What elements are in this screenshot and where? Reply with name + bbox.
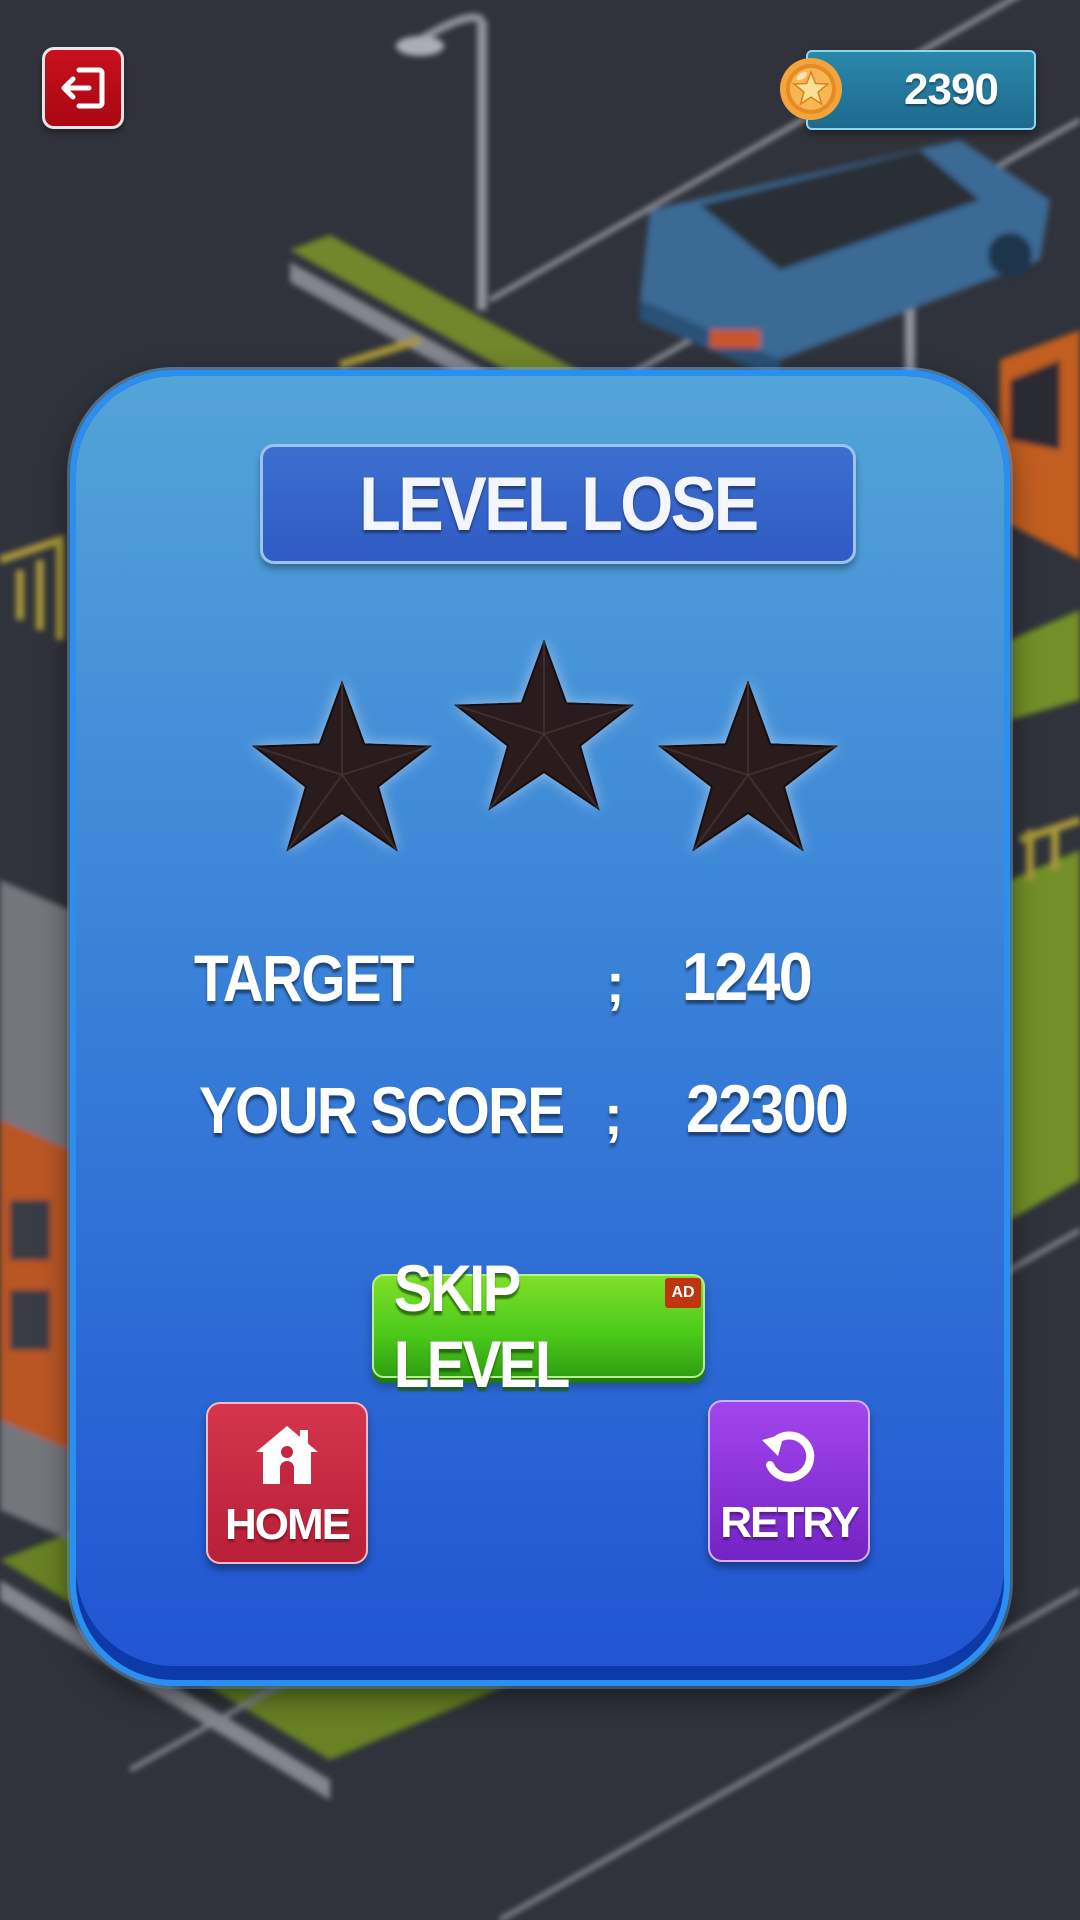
your-score-label: YOUR SCORE <box>199 1073 565 1147</box>
coin-amount: 2390 <box>904 65 999 114</box>
target-separator: ; <box>606 951 625 1014</box>
home-button[interactable]: HOME <box>206 1402 368 1564</box>
your-score-separator: ; <box>604 1083 623 1146</box>
retry-icon <box>762 1431 815 1482</box>
target-value: 1240 <box>682 939 813 1015</box>
home-icon <box>256 1426 318 1484</box>
exit-door-icon <box>61 67 105 109</box>
skip-level-button[interactable]: SKIP LEVEL AD <box>372 1251 705 1401</box>
target-label: TARGET <box>194 941 415 1015</box>
star-coin-icon <box>780 58 842 120</box>
skip-level-label: SKIP LEVEL <box>393 1251 571 1401</box>
title-banner: LEVEL LOSE <box>260 444 856 564</box>
ad-badge: AD <box>665 1278 701 1308</box>
exit-button[interactable] <box>42 47 124 129</box>
dialog-title: LEVEL LOSE <box>359 461 759 547</box>
retry-label: RETRY <box>720 1498 860 1547</box>
home-label: HOME <box>225 1500 351 1549</box>
retry-button[interactable]: RETRY <box>708 1400 870 1562</box>
your-score-value: 22300 <box>686 1071 849 1147</box>
